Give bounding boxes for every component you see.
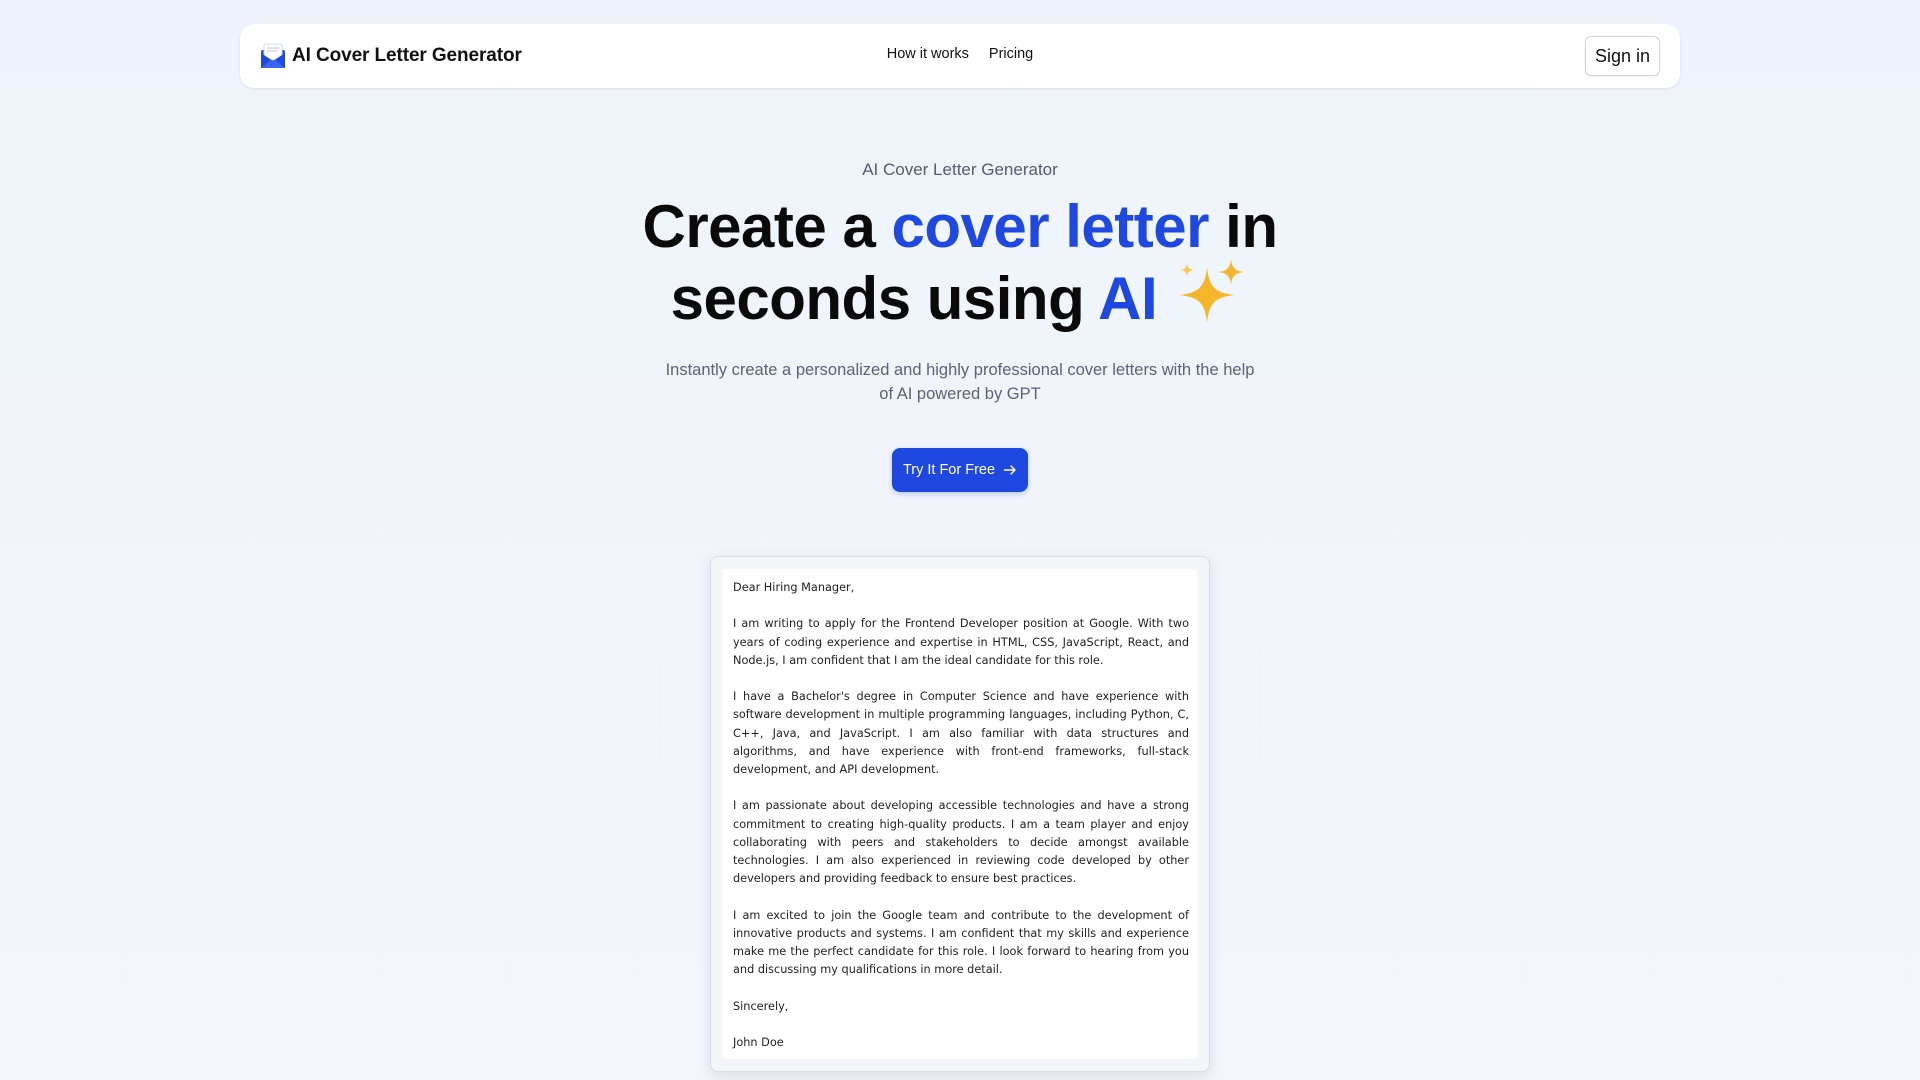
- nav-links: How it works Pricing: [887, 46, 1034, 62]
- brand-name: AI Cover Letter Generator: [292, 45, 522, 66]
- try-it-for-free-button[interactable]: Try It For Free: [892, 448, 1028, 492]
- sparkles-icon: [1179, 259, 1245, 323]
- hero-title: Create a cover letter in seconds using A…: [560, 196, 1360, 329]
- cta-label: Try It For Free: [902, 462, 996, 478]
- nav-link-pricing[interactable]: Pricing: [989, 46, 1033, 62]
- envelope-icon: [261, 43, 285, 68]
- sign-in-button[interactable]: Sign in: [1584, 36, 1660, 76]
- letter-paragraph: I am writing to apply for the Frontend D…: [733, 617, 1189, 667]
- cover-letter-preview: Dear Hiring Manager, I am writing to app…: [710, 556, 1210, 1072]
- letter-paragraph: I am passionate about developing accessi…: [733, 799, 1189, 886]
- letter-signature: John Doe: [733, 1035, 784, 1049]
- arrow-right-icon: [1003, 465, 1016, 475]
- brand[interactable]: AI Cover Letter Generator: [258, 41, 522, 71]
- nav-link-how-it-works[interactable]: How it works: [887, 46, 969, 62]
- letter-page: Dear Hiring Manager, I am writing to app…: [723, 569, 1197, 1059]
- navbar: AI Cover Letter Generator How it works P…: [240, 24, 1680, 88]
- letter-paragraph: I am excited to join the Google team and…: [733, 908, 1189, 977]
- hero-title-part-1: Create a: [642, 193, 892, 260]
- hero-title-accent-2: AI: [1098, 265, 1158, 332]
- letter-paragraph: I have a Bachelor's degree in Computer S…: [733, 690, 1189, 776]
- hero-kicker: AI Cover Letter Generator: [862, 160, 1058, 179]
- hero-title-accent-1: cover letter: [891, 193, 1209, 260]
- letter-closing: Sincerely,: [733, 999, 789, 1013]
- letter-salutation: Dear Hiring Manager,: [733, 581, 855, 594]
- hero-subtitle: Instantly create a personalized and high…: [665, 361, 1255, 403]
